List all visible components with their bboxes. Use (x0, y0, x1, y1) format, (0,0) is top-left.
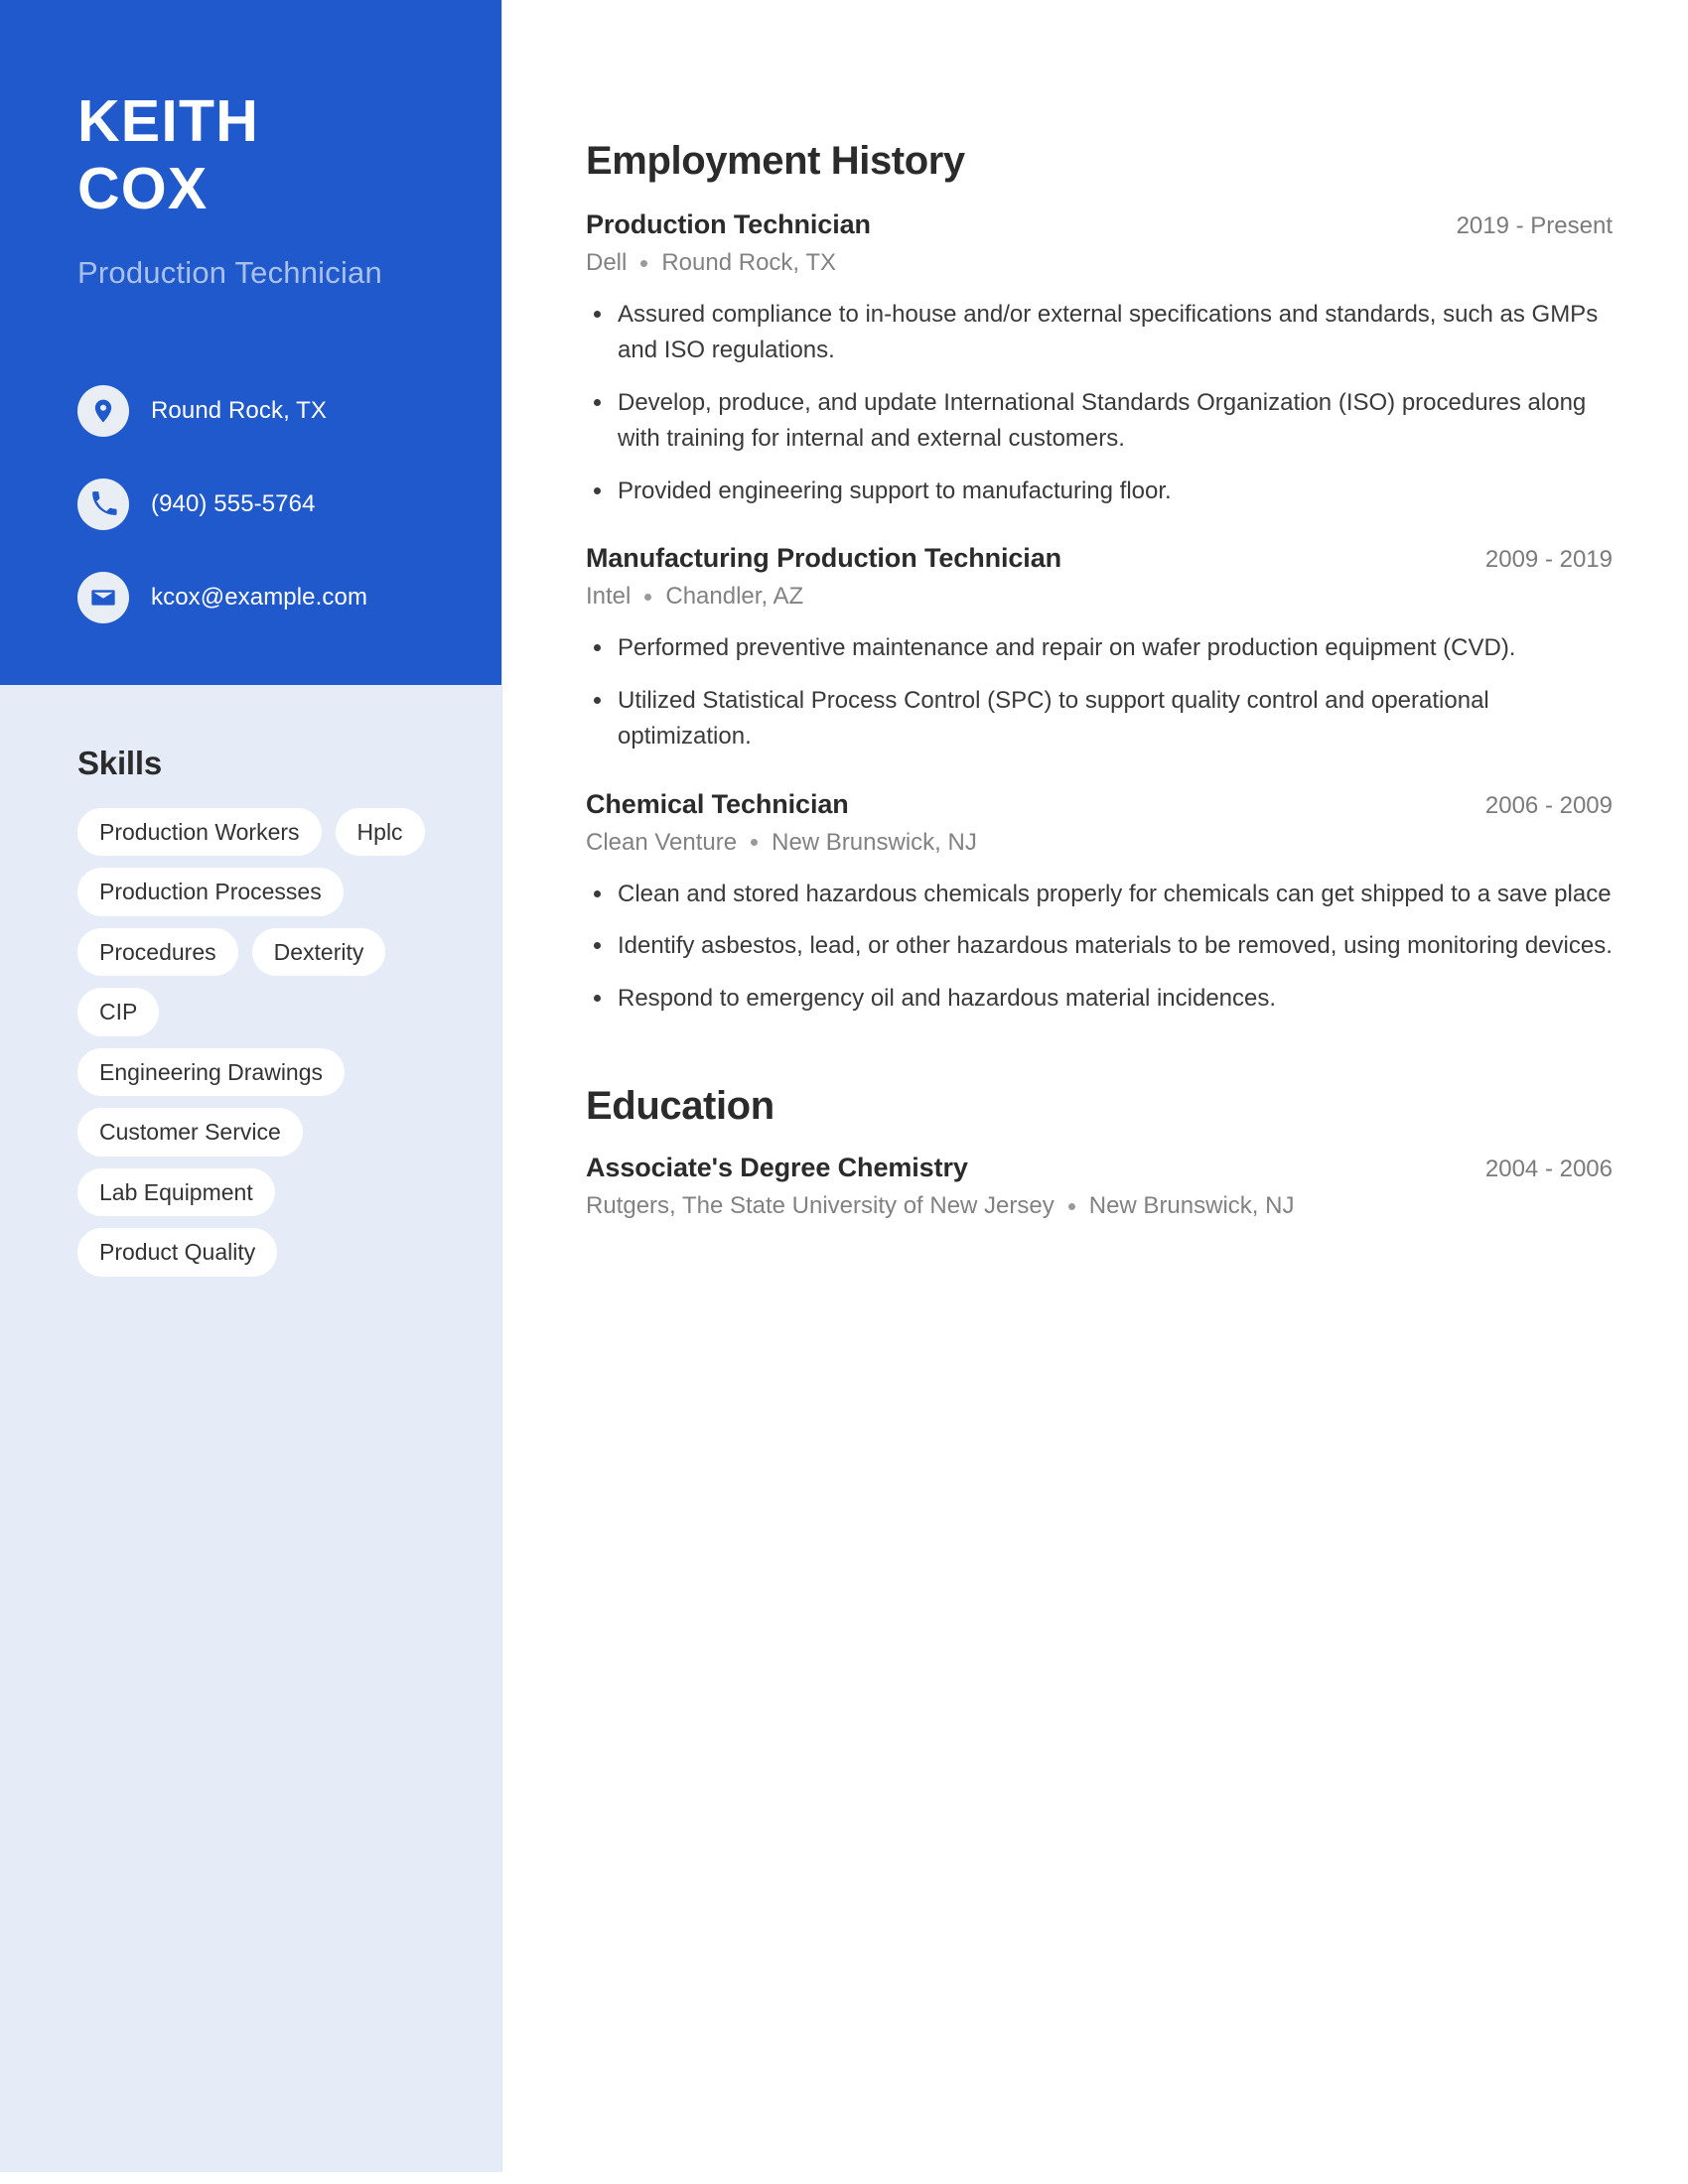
employment-role: Chemical Technician (586, 788, 849, 819)
employment-history-title: Employment History (586, 139, 965, 183)
candidate-job-title: Production Technician (77, 254, 382, 290)
employment-company: Intel (586, 583, 632, 611)
employment-role: Manufacturing Production Technician (586, 543, 1062, 574)
education-dates: 2004 - 2006 (1484, 1156, 1613, 1183)
candidate-name: KEITH COX (77, 87, 424, 223)
skills-chip-list: Production Workers Hplc Production Proce… (77, 808, 432, 1277)
bullet-item: Performed preventive maintenance and rep… (586, 630, 1613, 666)
contact-value-location: Round Rock, TX (151, 396, 328, 424)
employment-entry-head: Chemical Technician 2006 - 2009 (586, 789, 1613, 820)
bullet-item: Identify asbestos, lead, or other hazard… (586, 928, 1613, 964)
employment-company: Clean Venture (586, 828, 738, 856)
sidebar: KEITH COX Production Technician Round Ro… (0, 0, 502, 2172)
employment-entry-head: Manufacturing Production Technician 2009… (586, 543, 1613, 574)
contact-value-email: kcox@example.com (151, 583, 368, 611)
bullet-item: Provided engineering support to manufact… (586, 474, 1613, 509)
employment-entry-head: Production Technician 2019 - Present (586, 209, 1613, 240)
envelope-icon (77, 571, 129, 623)
skill-chip: CIP (77, 988, 160, 1036)
employment-bullets: Clean and stored hazardous chemicals pro… (586, 877, 1613, 1017)
skill-chip: Production Workers (77, 808, 322, 857)
bullet-item: Assured compliance to in-house and/or ex… (586, 297, 1613, 369)
skills-section: Skills Production Workers Hplc Productio… (0, 685, 501, 1277)
employment-entry: Production Technician 2019 - Present Del… (586, 209, 1613, 509)
bullet-item: Develop, produce, and update Internation… (586, 385, 1613, 458)
employment-location: Round Rock, TX (661, 249, 836, 276)
skill-chip: Customer Service (77, 1108, 303, 1157)
contact-item-location: Round Rock, TX (77, 384, 424, 437)
employment-meta: Intel Chandler, AZ (586, 583, 1613, 611)
education-school: Rutgers, The State University of New Jer… (586, 1192, 1055, 1220)
main-content: Employment History Production Technician… (502, 0, 1688, 2184)
employment-entry: Manufacturing Production Technician 2009… (586, 543, 1613, 754)
employment-role: Production Technician (586, 209, 871, 239)
last-name: COX (77, 156, 209, 222)
education-degree: Associate's Degree Chemistry (586, 1153, 968, 1183)
sidebar-header: KEITH COX Production Technician Round Ro… (0, 0, 501, 685)
employment-dates: 2019 - Present (1456, 212, 1613, 239)
separator-dot-icon (644, 593, 652, 601)
employment-location: New Brunswick, NJ (772, 828, 977, 856)
employment-bullets: Assured compliance to in-house and/or ex… (586, 297, 1613, 509)
resume-page: KEITH COX Production Technician Round Ro… (0, 0, 1688, 2184)
contact-item-phone: (940) 555-5764 (77, 478, 424, 530)
employment-location: Chandler, AZ (665, 583, 804, 611)
education-entry: Associate's Degree Chemistry 2004 - 2006… (586, 1153, 1613, 1220)
education-location: New Brunswick, NJ (1088, 1192, 1295, 1220)
skill-chip: Production Processes (77, 868, 344, 916)
education-section: Education Associate's Degree Chemistry 2… (586, 1084, 1613, 1220)
employment-dates: 2006 - 2009 (1484, 791, 1613, 819)
bullet-item: Respond to emergency oil and hazardous m… (586, 981, 1613, 1017)
education-meta: Rutgers, The State University of New Jer… (586, 1192, 1613, 1220)
skill-chip: Dexterity (251, 927, 386, 977)
bullet-item: Utilized Statistical Process Control (SP… (586, 683, 1613, 755)
employment-company: Dell (586, 249, 628, 276)
first-name: KEITH (77, 88, 259, 154)
employment-bullets: Performed preventive maintenance and rep… (586, 630, 1613, 754)
employment-history-section: Employment History Production Technician… (586, 139, 1613, 1017)
education-entry-head: Associate's Degree Chemistry 2004 - 2006 (586, 1153, 1613, 1183)
bullet-item: Clean and stored hazardous chemicals pro… (586, 877, 1613, 912)
skill-chip: Product Quality (77, 1228, 278, 1277)
contact-item-email: kcox@example.com (77, 571, 424, 623)
separator-dot-icon (1067, 1202, 1075, 1210)
location-pin-icon (77, 384, 129, 437)
skill-chip: Procedures (77, 927, 238, 977)
employment-entry: Chemical Technician 2006 - 2009 Clean Ve… (586, 789, 1613, 1017)
contact-value-phone: (940) 555-5764 (151, 489, 316, 517)
education-title: Education (586, 1084, 774, 1129)
skill-chip: Hplc (335, 808, 425, 857)
contact-list: Round Rock, TX (940) 555-5764 kcox@examp… (77, 384, 424, 623)
skill-chip: Lab Equipment (77, 1167, 275, 1217)
skill-chip: Engineering Drawings (77, 1047, 346, 1097)
employment-meta: Clean Venture New Brunswick, NJ (586, 829, 1613, 857)
employment-meta: Dell Round Rock, TX (586, 249, 1613, 277)
phone-icon (77, 478, 129, 530)
employment-dates: 2009 - 2019 (1484, 546, 1613, 574)
separator-dot-icon (640, 259, 648, 267)
skills-title: Skills (77, 745, 163, 781)
separator-dot-icon (751, 839, 759, 847)
